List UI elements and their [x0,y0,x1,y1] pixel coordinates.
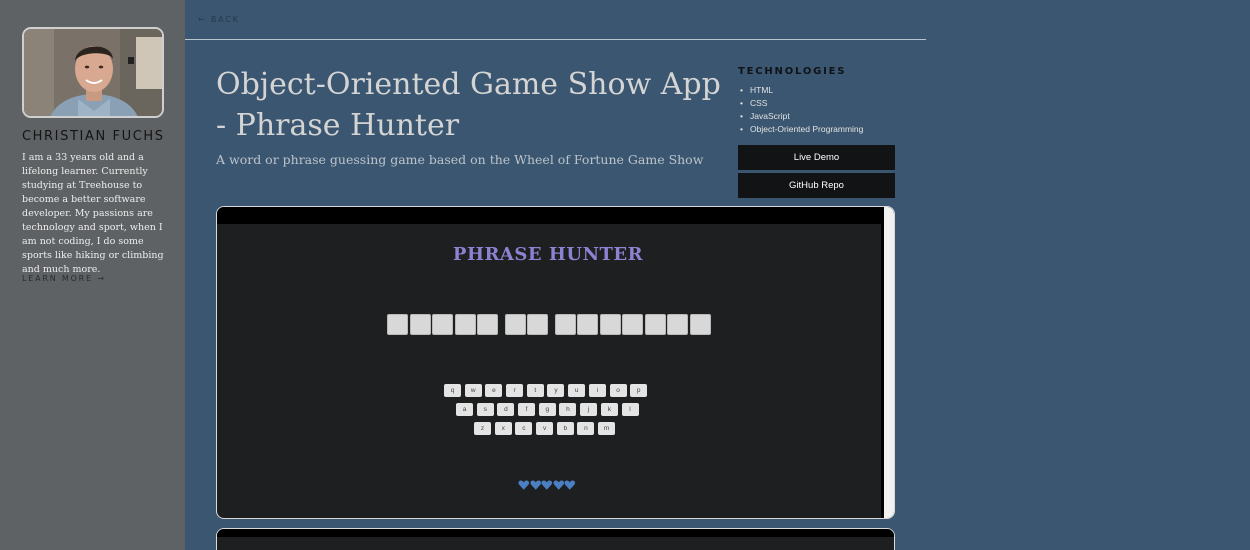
screenshot-browser-bar [217,207,894,224]
heart-icon [518,480,530,490]
technologies-list: HTML CSS JavaScript Object-Oriented Prog… [738,84,863,136]
technologies-heading: TECHNOLOGIES [738,66,847,77]
lives-display [518,479,576,491]
key-y[interactable]: y [547,384,565,397]
profile-photo [24,29,162,116]
live-demo-button[interactable]: Live Demo [738,145,895,170]
heart-icon [529,480,541,490]
author-name: CHRISTIAN FUCHS [22,129,165,144]
project-screenshot: PHRASE HUNTER qwertyuiop asdfghjkl zxcvb… [216,206,895,519]
game-title: PHRASE HUNTER [452,244,644,265]
key-p[interactable]: p [630,384,648,397]
key-q[interactable]: q [444,384,461,397]
tech-item: HTML [738,84,863,97]
phrase-letter-tile [477,314,498,335]
key-r[interactable]: r [506,384,524,397]
key-n[interactable]: n [577,422,595,435]
key-e[interactable]: e [485,384,503,397]
key-l[interactable]: l [621,403,639,416]
avatar [22,27,164,118]
header-divider [185,39,926,40]
sidebar: CHRISTIAN FUCHS I am a 33 years old and … [0,0,185,550]
heart-icon [541,480,553,490]
phrase-letter-tile [667,314,688,335]
key-x[interactable]: x [494,422,512,435]
phrase-letter-tile [554,314,576,335]
key-z[interactable]: z [474,422,491,435]
heart-icon [552,480,564,490]
key-j[interactable]: j [580,403,598,416]
phrase-letter-tile [644,314,666,335]
tech-item: JavaScript [738,110,863,123]
project-subtitle: A word or phrase guessing game based on … [216,152,704,167]
screenshot-scrollbar [881,207,894,518]
key-w[interactable]: w [464,384,482,397]
back-link[interactable]: ← BACK [198,15,240,24]
key-a[interactable]: a [456,403,473,416]
project-screenshot-2 [216,528,895,550]
key-v[interactable]: v [536,422,554,435]
phrase-letter-tile [577,314,598,335]
phrase-letter-tile [689,314,711,335]
key-i[interactable]: i [588,384,606,397]
learn-more-link[interactable]: LEARN MORE → [22,274,106,283]
phrase-letter-tile [599,314,621,335]
key-c[interactable]: c [515,422,533,435]
key-g[interactable]: g [538,403,556,416]
key-o[interactable]: o [609,384,627,397]
phrase-space [550,314,555,335]
key-s[interactable]: s [476,403,494,416]
github-repo-button[interactable]: GitHub Repo [738,173,895,198]
key-u[interactable]: u [568,384,586,397]
key-h[interactable]: h [559,403,577,416]
phrase-letter-tile [432,314,453,335]
tech-item: Object-Oriented Programming [738,123,863,136]
key-m[interactable]: m [598,422,616,435]
heart-icon [564,480,576,490]
phrase-letter-tile [504,314,526,335]
key-t[interactable]: t [526,384,544,397]
author-bio: I am a 33 years old and a lifelong learn… [22,152,164,275]
key-b[interactable]: b [556,422,574,435]
phrase-letter-tile [387,314,408,335]
phrase-space [500,314,505,335]
project-title: Object-Oriented Game Show App - Phrase H… [216,67,721,143]
phrase-display [387,314,712,335]
phrase-letter-tile [409,314,431,335]
phrase-letter-tile [527,314,548,335]
key-f[interactable]: f [518,403,536,416]
phrase-letter-tile [454,314,476,335]
key-k[interactable]: k [600,403,618,416]
keyboard-row-3: zxcvbnm [474,422,619,435]
phrase-letter-tile [622,314,643,335]
screenshot-browser-bar [217,529,894,537]
keyboard-row-2: asdfghjkl [456,403,642,416]
keyboard-row-1: qwertyuiop [444,384,651,397]
key-d[interactable]: d [497,403,515,416]
tech-item: CSS [738,97,863,110]
